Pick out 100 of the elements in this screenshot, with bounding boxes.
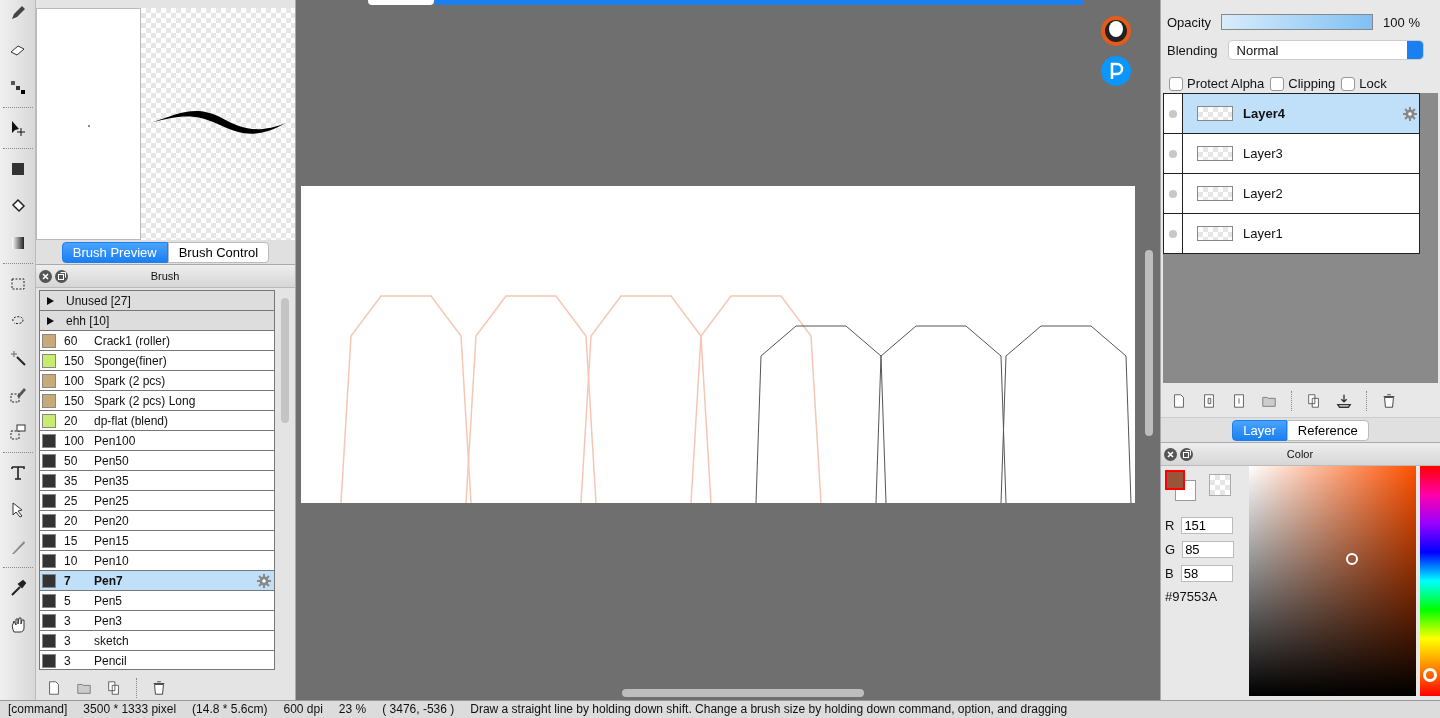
brush-item[interactable]: 150 Spark (2 pcs) Long <box>40 390 274 410</box>
checkbox[interactable] <box>1270 76 1285 91</box>
brush-size: 50 <box>64 453 79 468</box>
brush-name: Pen20 <box>94 513 129 528</box>
layer-item[interactable]: Layer4 <box>1183 94 1419 133</box>
brush-name: Pen7 <box>94 573 123 588</box>
brush-name: sketch <box>94 633 129 648</box>
visibility-dot-icon[interactable] <box>1169 109 1177 118</box>
group-label: Unused [27] <box>66 293 131 308</box>
brush-item[interactable]: 100 Pen100 <box>40 430 274 450</box>
blending-dropdown[interactable]: Normal <box>1227 40 1424 60</box>
gear-icon[interactable] <box>257 573 271 588</box>
pixel-dots-icon[interactable] <box>8 78 27 96</box>
color-swatches[interactable] <box>1165 470 1197 502</box>
brush-item[interactable]: 100 Spark (2 pcs) <box>40 370 274 390</box>
brush-item[interactable]: 3 Pen3 <box>40 610 274 630</box>
layer-thumbnail <box>1197 186 1233 201</box>
panel-tab[interactable]: Reference <box>1286 419 1369 441</box>
scrollbar-thumb[interactable] <box>622 689 864 697</box>
brush-item[interactable]: 5 Pen5 <box>40 590 274 610</box>
magic-wand-icon[interactable] <box>8 349 27 367</box>
physical-size: (14.8 * 5.6cm) <box>192 701 268 718</box>
hue-slider-thumb[interactable] <box>1423 668 1437 683</box>
layer-thumbnail <box>1197 226 1233 241</box>
scrollbar-thumb[interactable] <box>281 298 289 423</box>
merge-down-icon[interactable] <box>1336 393 1352 409</box>
brush-size: 3 <box>64 633 72 648</box>
brush-item[interactable]: 50 Pen50 <box>40 450 274 470</box>
brush-name: Pen100 <box>94 433 136 448</box>
checkbox-label: Clipping <box>1288 76 1336 91</box>
brush-item[interactable]: 15 Pen15 <box>40 530 274 550</box>
duplicate-icon[interactable] <box>1306 393 1322 409</box>
brush-size: 100 <box>64 433 86 448</box>
selection-eraser-icon[interactable] <box>8 423 27 441</box>
visibility-dot-icon[interactable] <box>1169 229 1177 238</box>
close-icon[interactable] <box>1164 447 1177 461</box>
picker-cursor-icon[interactable] <box>1346 553 1358 565</box>
marquee-icon[interactable] <box>8 275 27 293</box>
brush-size: 25 <box>64 493 79 508</box>
opacity-slider[interactable] <box>1221 14 1374 30</box>
brush-name: Pen10 <box>94 553 129 568</box>
hex-value: #97553A <box>1165 589 1219 604</box>
checkbox[interactable] <box>1341 76 1356 91</box>
brush-item[interactable]: 3 Pencil <box>40 650 274 670</box>
brush-group[interactable]: ehh [10] <box>40 310 274 330</box>
channel-input[interactable]: 85 <box>1182 541 1235 558</box>
resolution: 600 dpi <box>283 701 323 718</box>
trash-icon[interactable] <box>1381 393 1397 409</box>
brush-name: Pen50 <box>94 453 129 468</box>
brush-name: Pen35 <box>94 473 129 488</box>
layer-thumbnail <box>1197 106 1233 121</box>
brush-name: Spark (2 pcs) Long <box>94 393 196 408</box>
checkbox-label: Lock <box>1359 76 1387 91</box>
duplicate-icon[interactable] <box>106 680 122 696</box>
brush-item[interactable]: 3 sketch <box>40 630 274 650</box>
brush-group[interactable]: Unused [27] <box>40 290 274 310</box>
channel-input[interactable]: 58 <box>1180 565 1233 582</box>
8bit-layer-icon[interactable] <box>1201 393 1217 409</box>
brush-item[interactable]: 25 Pen25 <box>40 490 274 510</box>
brush-size: 20 <box>64 513 79 528</box>
brush-name: Pen25 <box>94 493 129 508</box>
new-brush-icon[interactable] <box>46 680 62 696</box>
new-layer-icon[interactable] <box>1171 393 1187 409</box>
brush-item[interactable]: 20 dp-flat (blend) <box>40 410 274 430</box>
panel-title: Brush <box>149 270 181 282</box>
text-tool-icon[interactable] <box>8 464 27 482</box>
brush-name: dp-flat (blend) <box>94 413 169 428</box>
brush-size: 7 <box>64 573 72 588</box>
status-hint: Draw a straight line by holding down shift. Change a brush size by holding down command, option, and dragging <box>470 701 1068 718</box>
selection-pen-icon[interactable] <box>8 386 27 404</box>
transparent-swatch[interactable] <box>1209 474 1231 496</box>
p-badge-icon[interactable] <box>1101 56 1131 86</box>
restore-icon[interactable] <box>55 269 68 283</box>
1bit-layer-icon[interactable] <box>1231 393 1247 409</box>
visibility-dot-icon[interactable] <box>1169 189 1177 198</box>
channel-input[interactable]: 151 <box>1181 517 1234 534</box>
image-size: 3500 * 1333 pixel <box>83 701 177 718</box>
brush-size: 150 <box>64 393 86 408</box>
cursor-position: ( 3476, -536 ) <box>382 701 455 718</box>
disclosure-triangle-icon[interactable] <box>47 316 54 325</box>
restore-icon[interactable] <box>1180 447 1193 461</box>
brush-name: Pencil <box>94 653 127 668</box>
trash-icon[interactable] <box>151 680 167 696</box>
gear-icon[interactable] <box>1403 106 1417 121</box>
brush-size: 3 <box>64 653 72 668</box>
layer-name: Layer1 <box>1243 226 1283 241</box>
brush-name: Sponge(finer) <box>94 353 167 368</box>
brush-item[interactable]: 35 Pen35 <box>40 470 274 490</box>
brush-item[interactable]: 20 Pen20 <box>40 510 274 530</box>
brush-item[interactable]: 150 Sponge(finer) <box>40 350 274 370</box>
brush-size: 5 <box>64 593 72 608</box>
brush-item[interactable]: 60 Crack1 (roller) <box>40 330 274 350</box>
panel-tab[interactable]: Brush Control <box>167 241 270 263</box>
close-icon[interactable] <box>39 269 52 283</box>
saturation-value-picker[interactable] <box>1249 466 1416 696</box>
brush-size: 35 <box>64 473 79 488</box>
brush-item[interactable]: 7 Pen7 <box>40 570 274 590</box>
scrollbar-thumb[interactable] <box>1145 250 1153 436</box>
checkbox[interactable] <box>1169 76 1183 91</box>
visibility-dot-icon[interactable] <box>1169 149 1177 158</box>
